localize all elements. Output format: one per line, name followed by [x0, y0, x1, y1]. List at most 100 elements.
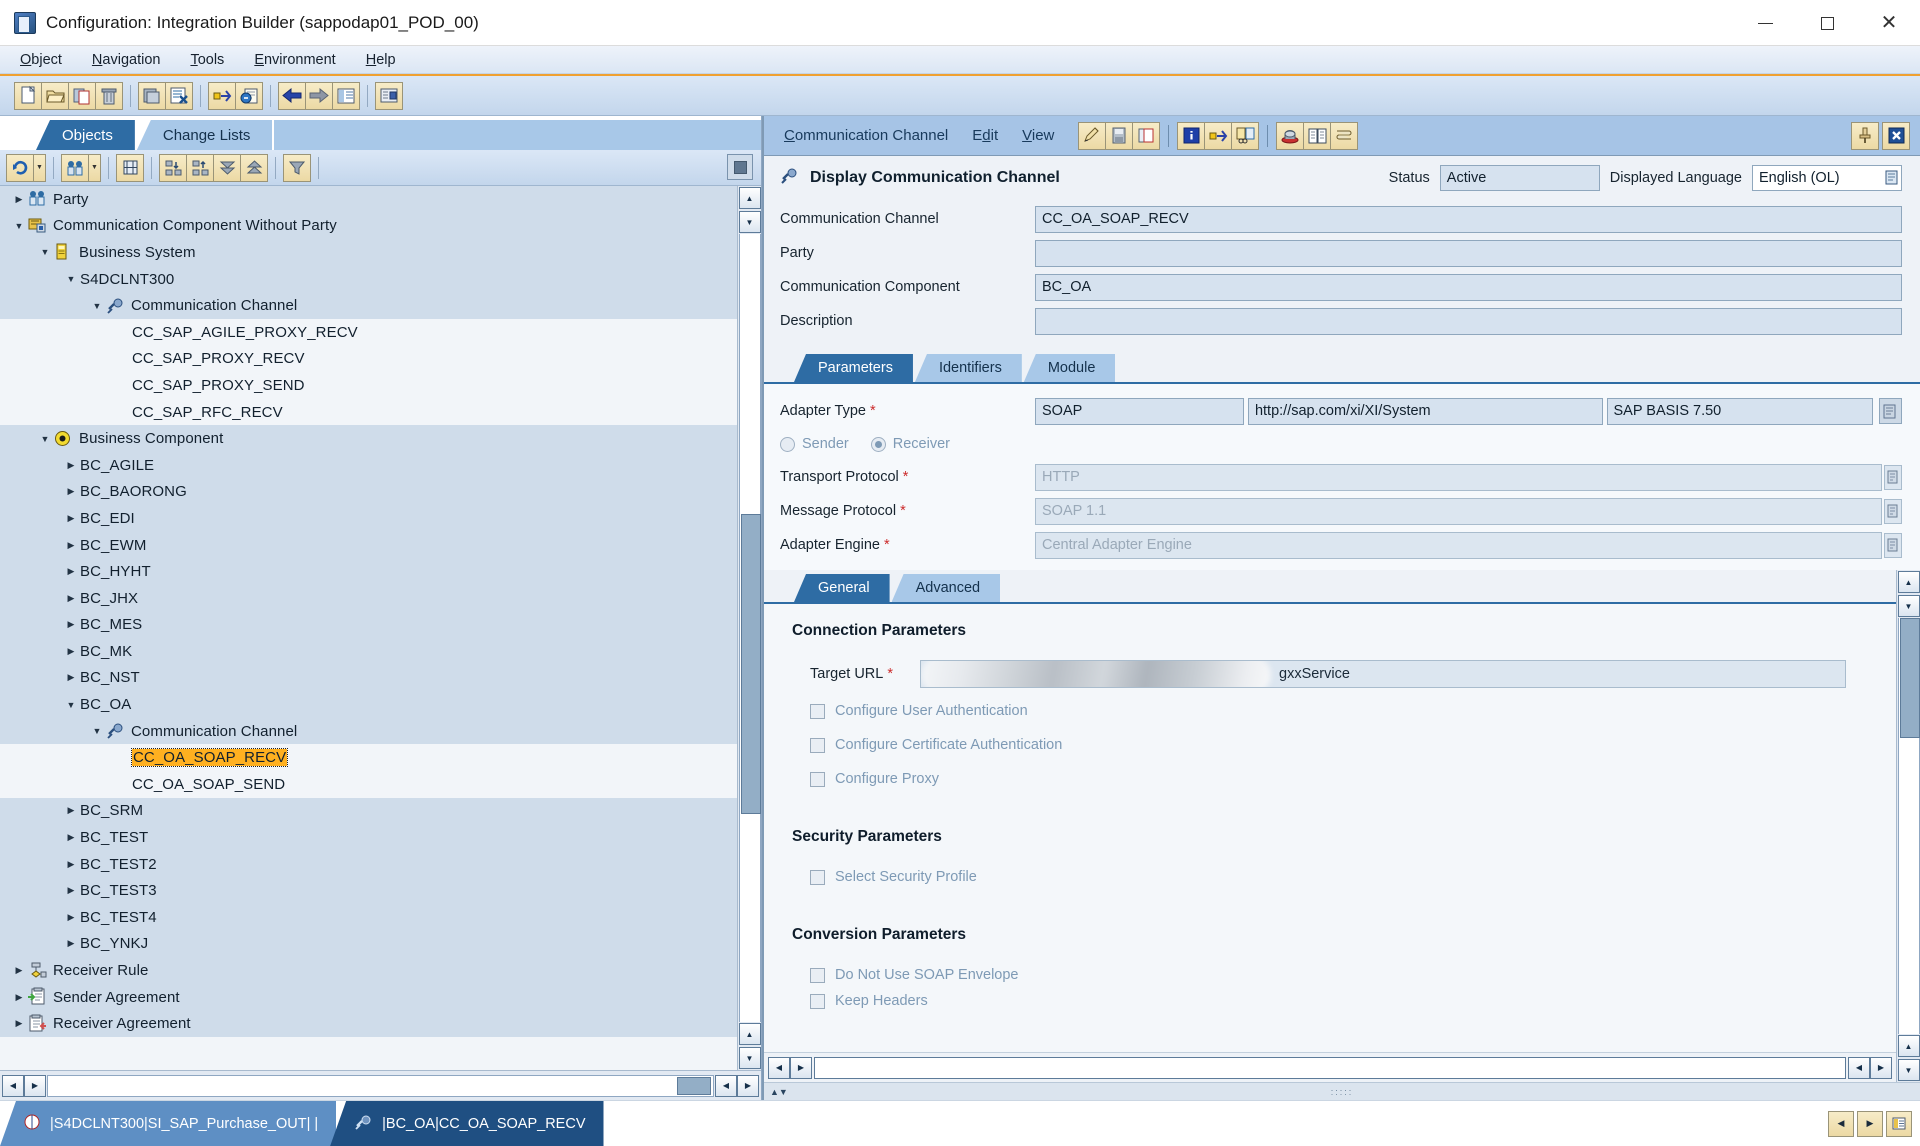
- party-filter-icon[interactable]: [61, 153, 89, 182]
- forward-icon[interactable]: [305, 81, 333, 110]
- tree-twisty-right-icon[interactable]: [62, 540, 80, 551]
- open-icon[interactable]: [41, 81, 69, 110]
- tab-change-lists[interactable]: Change Lists: [136, 120, 273, 150]
- detail-scroll-track[interactable]: [1897, 618, 1920, 1034]
- tree-twisty-down-icon[interactable]: [62, 700, 80, 710]
- tab-advanced[interactable]: Advanced: [891, 574, 1001, 602]
- tab-module[interactable]: Module: [1023, 354, 1116, 382]
- open-object-tab-channel[interactable]: |BC_OA|CC_OA_SOAP_RECV: [330, 1101, 604, 1146]
- adapter-type-value-help-icon[interactable]: [1878, 398, 1902, 424]
- tree-scroll-track[interactable]: [738, 234, 761, 1022]
- tree-twisty-right-icon[interactable]: [62, 859, 80, 870]
- tree-twisty-right-icon[interactable]: [62, 885, 80, 896]
- do-not-use-soap-envelope-checkbox[interactable]: [810, 967, 825, 983]
- tree-item-communication-channel[interactable]: Communication Channel: [0, 717, 737, 745]
- collapse-node-icon[interactable]: [186, 153, 214, 182]
- transport-protocol-dropdown-icon[interactable]: [1884, 464, 1902, 490]
- tree-scroll-up-button-bottom[interactable]: ▲: [738, 1023, 761, 1045]
- edit-pencil-icon[interactable]: [1078, 121, 1107, 150]
- back-icon[interactable]: [278, 81, 306, 110]
- checkbox-row-configure-user-authentication[interactable]: Configure User Authentication: [792, 694, 1896, 728]
- new-icon[interactable]: [14, 81, 42, 110]
- tree-item-bc-test3[interactable]: BC_TEST3: [0, 877, 737, 905]
- tree-twisty-down-icon[interactable]: [88, 301, 106, 311]
- dock-panel-button[interactable]: [727, 154, 753, 180]
- prev-icon[interactable]: ◀: [1828, 1110, 1854, 1137]
- tree-twisty-right-icon[interactable]: [62, 832, 80, 843]
- tree-item-bc-test[interactable]: BC_TEST: [0, 824, 737, 851]
- tree-twisty-down-icon[interactable]: [62, 274, 80, 284]
- transport-icon[interactable]: [1204, 121, 1233, 150]
- next-icon[interactable]: ▶: [1857, 1110, 1883, 1137]
- menu-communication-channel[interactable]: Communication Channel: [784, 127, 948, 144]
- list-icon[interactable]: [1886, 1110, 1912, 1137]
- menu-environment[interactable]: Environment: [252, 50, 337, 70]
- value-help-icon[interactable]: [1885, 170, 1899, 186]
- menu-help[interactable]: Help: [364, 50, 398, 70]
- detail-scroll-down-button-top[interactable]: ▼: [1897, 595, 1920, 617]
- tree-item-bc-mes[interactable]: BC_MES: [0, 611, 737, 639]
- tree-twisty-down-icon[interactable]: [36, 434, 54, 444]
- tree-item-bc-ynkj[interactable]: BC_YNKJ: [0, 930, 737, 958]
- save-icon[interactable]: [138, 81, 166, 110]
- select-security-profile-checkbox[interactable]: [810, 869, 825, 885]
- tree-hscroll-thumb[interactable]: [677, 1076, 711, 1095]
- detail-scroll-up-button-bottom[interactable]: ▲: [1897, 1035, 1920, 1057]
- tree-item-bc-hyht[interactable]: BC_HYHT: [0, 558, 737, 585]
- tree-item-s4dclnt300[interactable]: S4DCLNT300: [0, 265, 737, 293]
- configure-user-authentication-checkbox[interactable]: [810, 703, 825, 719]
- menu-tools[interactable]: Tools: [188, 50, 226, 70]
- history-icon[interactable]: [1330, 121, 1359, 150]
- tree-twisty-right-icon[interactable]: [62, 566, 80, 577]
- cache-icon[interactable]: [1276, 121, 1305, 150]
- tree-hscroll-track[interactable]: [47, 1074, 714, 1097]
- where-used-icon[interactable]: [235, 81, 263, 110]
- expand-all-icon[interactable]: [213, 153, 241, 182]
- tree-item-business-system[interactable]: Business System: [0, 239, 737, 266]
- menu-navigation[interactable]: Navigation: [90, 50, 163, 70]
- minimize-button[interactable]: [1734, 0, 1796, 46]
- cache-notify-icon[interactable]: [375, 81, 403, 110]
- checkbox-row-select-security-profile[interactable]: Select Security Profile: [792, 860, 1896, 894]
- tree-scroll-down-button[interactable]: ▼: [738, 1047, 761, 1069]
- tree-scroll-down-button-top[interactable]: ▼: [738, 211, 761, 233]
- tree-item-cc-oa-soap-recv[interactable]: CC_OA_SOAP_RECV: [0, 744, 737, 772]
- tree-item-cc-oa-soap-send[interactable]: CC_OA_SOAP_SEND: [0, 771, 737, 798]
- copy-icon[interactable]: [68, 81, 96, 110]
- refresh-icon[interactable]: [6, 153, 34, 182]
- party-filter-dropdown-arrow[interactable]: ▼: [89, 153, 101, 182]
- tree-item-communication-channel[interactable]: Communication Channel: [0, 292, 737, 319]
- tree-item-business-component[interactable]: Business Component: [0, 425, 737, 452]
- tree-item-sender-agreement[interactable]: Sender Agreement: [0, 983, 737, 1011]
- tree-twisty-right-icon[interactable]: [62, 912, 80, 923]
- tree-vertical-scrollbar[interactable]: ▲ ▼ ▲ ▼: [737, 186, 761, 1070]
- splitter-grip[interactable]: ▲▼ :::::: [764, 1082, 1920, 1100]
- checkbox-row-keep-headers[interactable]: Keep Headers: [792, 992, 1896, 1010]
- configure-certificate-authentication-checkbox[interactable]: [810, 737, 825, 753]
- tree-twisty-down-icon[interactable]: [36, 247, 54, 257]
- tree-item-bc-test4[interactable]: BC_TEST4: [0, 904, 737, 931]
- menu-edit[interactable]: Edit: [972, 127, 998, 144]
- tree-item-cc-sap-agile-proxy-recv[interactable]: CC_SAP_AGILE_PROXY_RECV: [0, 318, 737, 346]
- tree-twisty-down-icon[interactable]: [10, 221, 28, 231]
- language-select[interactable]: English (OL): [1752, 165, 1902, 191]
- detail-vertical-scrollbar[interactable]: ▲ ▼ ▲ ▼: [1896, 570, 1920, 1082]
- detail-hscroll-track[interactable]: [814, 1056, 1846, 1079]
- filter-icon[interactable]: [283, 153, 311, 182]
- close-panel-icon[interactable]: [1882, 121, 1910, 150]
- tab-parameters[interactable]: Parameters: [794, 354, 913, 382]
- tree-hscroll-left-button[interactable]: ◀: [2, 1074, 24, 1097]
- tree-item-cc-sap-proxy-recv[interactable]: CC_SAP_PROXY_RECV: [0, 345, 737, 373]
- tree-item-party[interactable]: Party: [0, 186, 737, 213]
- tree-item-bc-edi[interactable]: BC_EDI: [0, 505, 737, 532]
- tree-item-bc-jhx[interactable]: BC_JHX: [0, 584, 737, 612]
- detail-horizontal-scrollbar[interactable]: ◀ ▶ ◀ ▶: [764, 1052, 1896, 1082]
- collapse-all-icon[interactable]: [240, 153, 268, 182]
- detail-hscroll-left-button[interactable]: ◀: [768, 1056, 790, 1079]
- tree-item-communication-component-without-party[interactable]: Communication Component Without Party: [0, 212, 737, 240]
- tree-twisty-right-icon[interactable]: [62, 486, 80, 497]
- tree-horizontal-scrollbar[interactable]: ◀ ▶ ◀ ▶: [0, 1070, 761, 1100]
- tab-objects[interactable]: Objects: [36, 120, 135, 150]
- pin-icon[interactable]: [1851, 121, 1879, 150]
- tree-item-bc-ewm[interactable]: BC_EWM: [0, 531, 737, 559]
